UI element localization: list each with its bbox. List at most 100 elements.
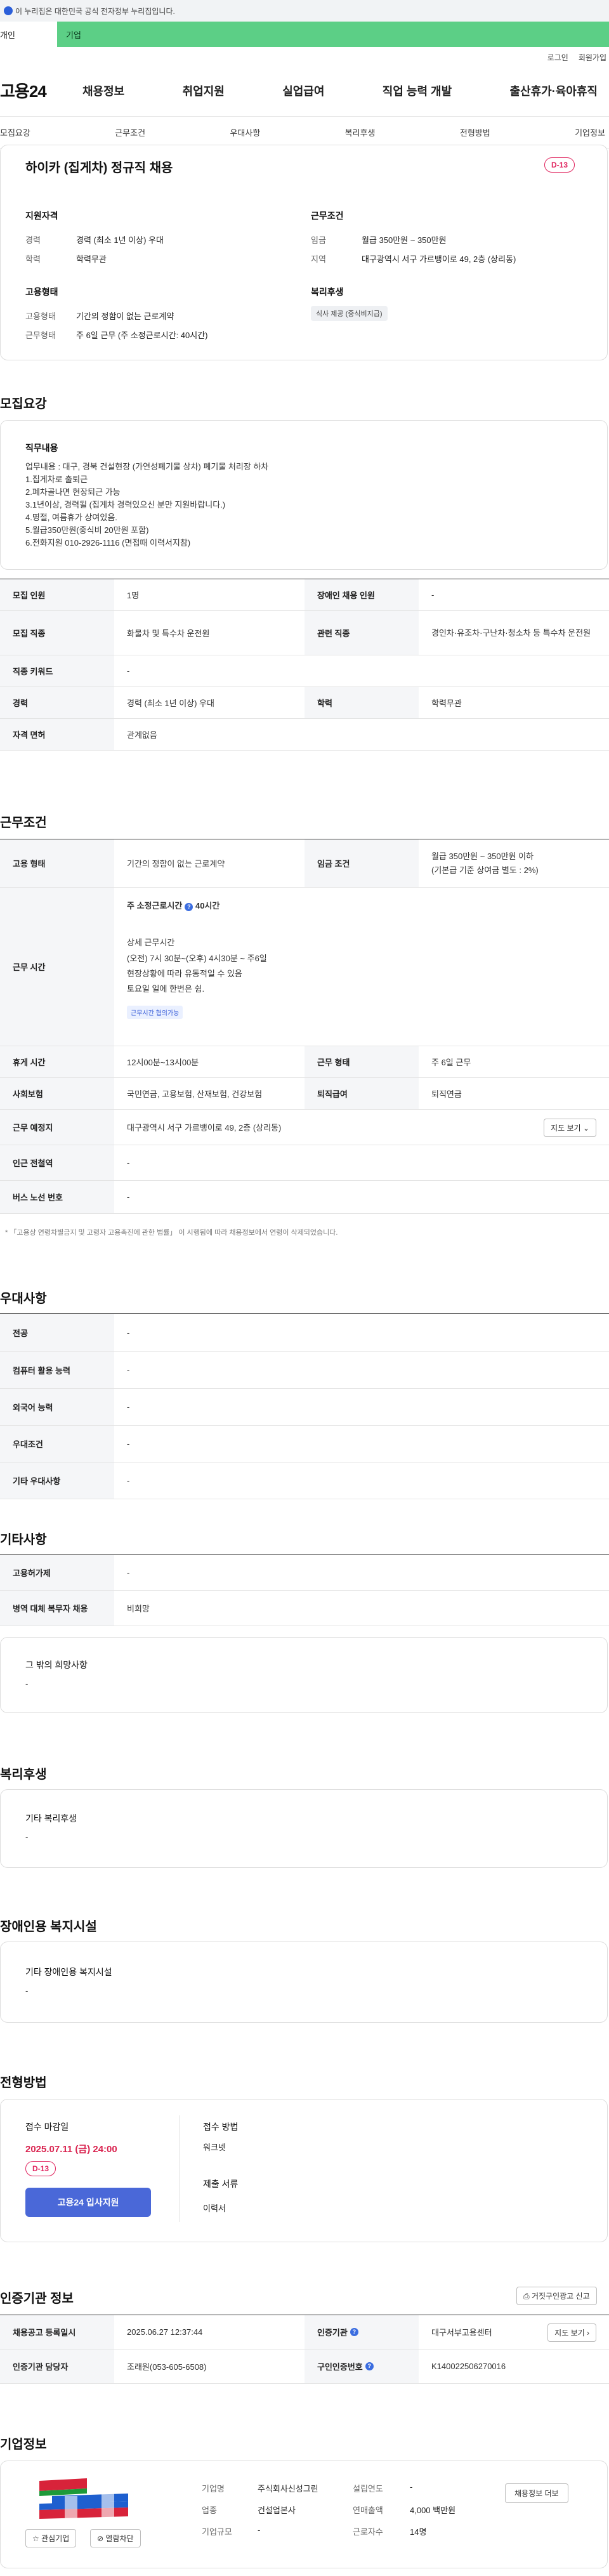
table-row: 우대조건 -	[0, 1426, 609, 1462]
gnb-unemployment-benefit[interactable]: 실업급여	[276, 82, 331, 99]
work-location: 대구광역시 서구 가르뱅이로 49, 2층 (상리동)	[127, 1123, 282, 1133]
gnb-jobs[interactable]: 채용정보	[76, 82, 131, 99]
company-jobs-button[interactable]: 채용정보 더보	[505, 2483, 568, 2503]
weekly-hours-label: 주 소정근로시간	[127, 901, 183, 910]
table-row: 인증기관 담당자 조래원(053-605-6508) 구인인증번호? K1400…	[0, 2349, 609, 2384]
signup-link[interactable]: 회원가입	[579, 52, 606, 65]
qual-label: 경력	[25, 235, 41, 245]
other-table: 고용허가제 - 병역 대체 복무자 채용 비희망	[0, 1554, 609, 1626]
row-header: 전공	[0, 1314, 114, 1351]
row-value: 경인차·유조차·구난차·청소차 등 특수차 운전원	[431, 628, 591, 638]
section-disability: 장애인용 복지시설	[0, 1920, 97, 1934]
qual-label: 학력	[25, 254, 41, 264]
anchor-work[interactable]: 근무조건	[115, 126, 145, 138]
weekly-hours: 주 소정근로시간? 40시간	[127, 899, 219, 911]
row-header-text: 구인인증번호	[317, 2362, 363, 2372]
job-desc-title: 직무내용	[25, 443, 58, 453]
row-header: 모집 직종	[0, 611, 114, 655]
row-header: 우대조건	[0, 1426, 114, 1462]
anchor-pref[interactable]: 우대사항	[230, 126, 260, 138]
row-header: 외국어 능력	[0, 1389, 114, 1425]
gnb-skills[interactable]: 직업 능력 개발	[376, 82, 458, 99]
section-agency: 인증기관 정보	[0, 2292, 74, 2306]
row-value: 주 6일 근무	[431, 1058, 471, 1067]
disability-title: 기타 장애인용 복지시설	[25, 1967, 112, 1977]
company-employees: 14명	[410, 2527, 427, 2537]
info-icon[interactable]: ?	[350, 2328, 358, 2336]
gov-banner-text: 이 누리집은 대한민국 공식 전자정부 누리집입니다.	[15, 6, 175, 16]
row-header: 버스 노선 번호	[0, 1181, 114, 1213]
row-header: 임금 조건	[304, 839, 419, 887]
row-header: 직종 키워드	[0, 655, 114, 687]
docs-value: 이력서	[203, 2204, 226, 2213]
favorite-company-button[interactable]: ☆ 관심기업	[25, 2529, 77, 2547]
table-row: 채용공고 등록일시 2025.06.27 12:37:44 인증기관? 대구서부…	[0, 2315, 609, 2349]
row-header: 자격 면허	[0, 719, 114, 750]
agency-map-button[interactable]: 지도 보기 ›	[547, 2323, 596, 2342]
report-icon: ⎙	[523, 2292, 530, 2301]
job-desc-text: 업무내용 : 대구, 경북 건설현장 (가연성폐기물 상차) 폐기물 처리장 하…	[25, 462, 269, 548]
row-value: 경력 (최소 1년 이상) 우대	[127, 699, 214, 708]
benefit-card	[0, 1789, 608, 1868]
logo[interactable]: 고용24	[0, 79, 76, 102]
row-header: 기타 우대사항	[0, 1462, 114, 1499]
row-value: 1명	[127, 591, 140, 600]
gnb-leave[interactable]: 출산휴가·육아휴직	[504, 82, 604, 99]
dday-badge: D-13	[544, 157, 575, 173]
age-notice: * 「고용상 연령차별금지 및 고령자 고용촉진에 관한 법률」 이 시행됨에 …	[5, 1229, 338, 1237]
table-row: 근무 시간 주 소정근로시간? 40시간 상세 근무시간 (오전) 7시 30분…	[0, 888, 609, 1046]
disability-value: -	[25, 1986, 29, 1995]
tab-company[interactable]: 기업	[57, 22, 609, 47]
login-link[interactable]: 로그인	[547, 52, 568, 65]
block-label: 열람차단	[105, 2534, 134, 2543]
map-button[interactable]: 지도 보기 ⌄	[544, 1119, 596, 1137]
job-title: 하이카 (집게차) 정규직 채용	[25, 161, 173, 175]
report-fake-ad-button[interactable]: ⎙ 거짓구인광고 신고	[516, 2287, 597, 2305]
other-wish-title: 그 밖의 희망사항	[25, 1660, 88, 1670]
company-field-label: 기업규모	[202, 2527, 232, 2537]
row-header: 장애인 채용 인원	[304, 579, 419, 610]
section-company: 기업정보	[0, 2438, 47, 2452]
tab-personal[interactable]: 개인	[0, 22, 57, 47]
table-row: 인근 전철역 -	[0, 1145, 609, 1181]
report-button-label: 거짓구인광고 신고	[531, 2292, 590, 2301]
apply-button[interactable]: 고용24 입사지원	[25, 2188, 151, 2217]
benefit-title: 기타 복리후생	[25, 1813, 77, 1824]
info-icon[interactable]: ?	[185, 903, 193, 911]
section-other: 기타사항	[0, 1533, 47, 1547]
row-header: 인근 전철역	[0, 1145, 114, 1180]
row-value: 국민연금, 고용보험, 산재보험, 건강보험	[127, 1089, 263, 1099]
section-work: 근무조건	[0, 816, 47, 830]
star-icon: ☆	[32, 2534, 39, 2543]
anchor-recruit[interactable]: 모집요강	[0, 126, 30, 138]
row-value: 학력무관	[431, 699, 462, 708]
row-value: 조래원(053-605-6508)	[127, 2362, 207, 2372]
row-header: 인증기관?	[304, 2315, 419, 2349]
user-type-tabs: 개인 기업	[0, 22, 609, 47]
row-value: 화물차 및 특수차 운전원	[127, 629, 210, 638]
docs-label: 제출 서류	[203, 2179, 239, 2189]
row-value: 비희망	[127, 1604, 150, 1613]
section-selection: 전형방법	[0, 2076, 47, 2090]
company-name: 주식회사신성그린	[258, 2484, 318, 2494]
row-header: 근무 예정지	[0, 1110, 114, 1145]
anchor-selection[interactable]: 전형방법	[460, 126, 490, 138]
row-value: -	[127, 1439, 130, 1449]
row-value: 월급 350만원 ~ 350만원 이하 (기본급 기준 상여금 별도 : 2%)	[419, 839, 609, 887]
cond-label: 지역	[311, 254, 326, 264]
cond-value: 월급 350만원 ~ 350만원	[362, 235, 447, 245]
info-icon[interactable]: ?	[365, 2362, 374, 2370]
gov-banner: 이 누리집은 대한민국 공식 전자정부 누리집입니다.	[0, 0, 609, 22]
anchor-benefit[interactable]: 복리후생	[345, 126, 376, 138]
cond-label: 임금	[311, 235, 326, 245]
map-button-label: 지도 보기	[551, 1124, 581, 1133]
row-value: -	[431, 590, 435, 600]
deadline-label: 접수 마감일	[25, 2122, 69, 2132]
anchor-company[interactable]: 기업정보	[575, 126, 605, 138]
company-industry: 건설업본사	[258, 2506, 296, 2515]
anchor-nav: 모집요강 근무조건 우대사항 복리후생 전형방법 기업정보	[0, 117, 609, 148]
gnb-employment-support[interactable]: 취업지원	[176, 82, 231, 99]
block-company-button[interactable]: ⊘ 열람차단	[90, 2529, 141, 2547]
row-header: 근무 형태	[304, 1046, 419, 1077]
row-value: 기간의 정함이 없는 근로계약	[127, 859, 225, 869]
